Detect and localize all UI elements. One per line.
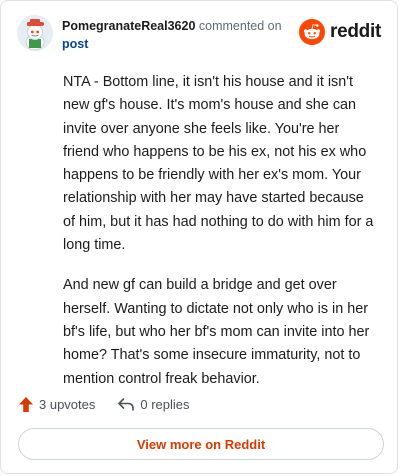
- comment-actions: 3 upvotes 0 replies: [18, 393, 190, 415]
- view-more-button[interactable]: View more on Reddit: [18, 428, 384, 460]
- upvote-arrow-icon: [19, 396, 33, 412]
- reply-arrow-icon: [118, 397, 135, 411]
- reddit-brand[interactable]: reddit: [299, 19, 381, 45]
- reply-count: 0 replies: [140, 396, 190, 412]
- reply-button[interactable]: 0 replies: [117, 396, 190, 412]
- comment-paragraph: And new gf can build a bridge and get ov…: [63, 277, 370, 387]
- post-link[interactable]: post: [62, 35, 312, 53]
- reddit-wordmark: reddit: [330, 21, 381, 42]
- comment-header: PomegranateReal3620 commented on post re…: [17, 15, 381, 55]
- comment-paragraph: NTA - Bottom line, it isn't his house an…: [63, 74, 374, 254]
- reddit-logo-icon: [299, 19, 326, 45]
- avatar[interactable]: [17, 15, 53, 51]
- upvote-button[interactable]: 3 upvotes: [18, 396, 95, 413]
- commented-on-text: commented on: [198, 19, 282, 33]
- username[interactable]: PomegranateReal3620: [62, 19, 195, 33]
- upvote-count: 3 upvotes: [39, 396, 96, 412]
- comment-body: NTA - Bottom line, it isn't his house an…: [63, 71, 379, 408]
- comment-meta: PomegranateReal3620 commented on post: [62, 17, 312, 53]
- embedded-comment-card: PomegranateReal3620 commented on post re…: [0, 0, 398, 474]
